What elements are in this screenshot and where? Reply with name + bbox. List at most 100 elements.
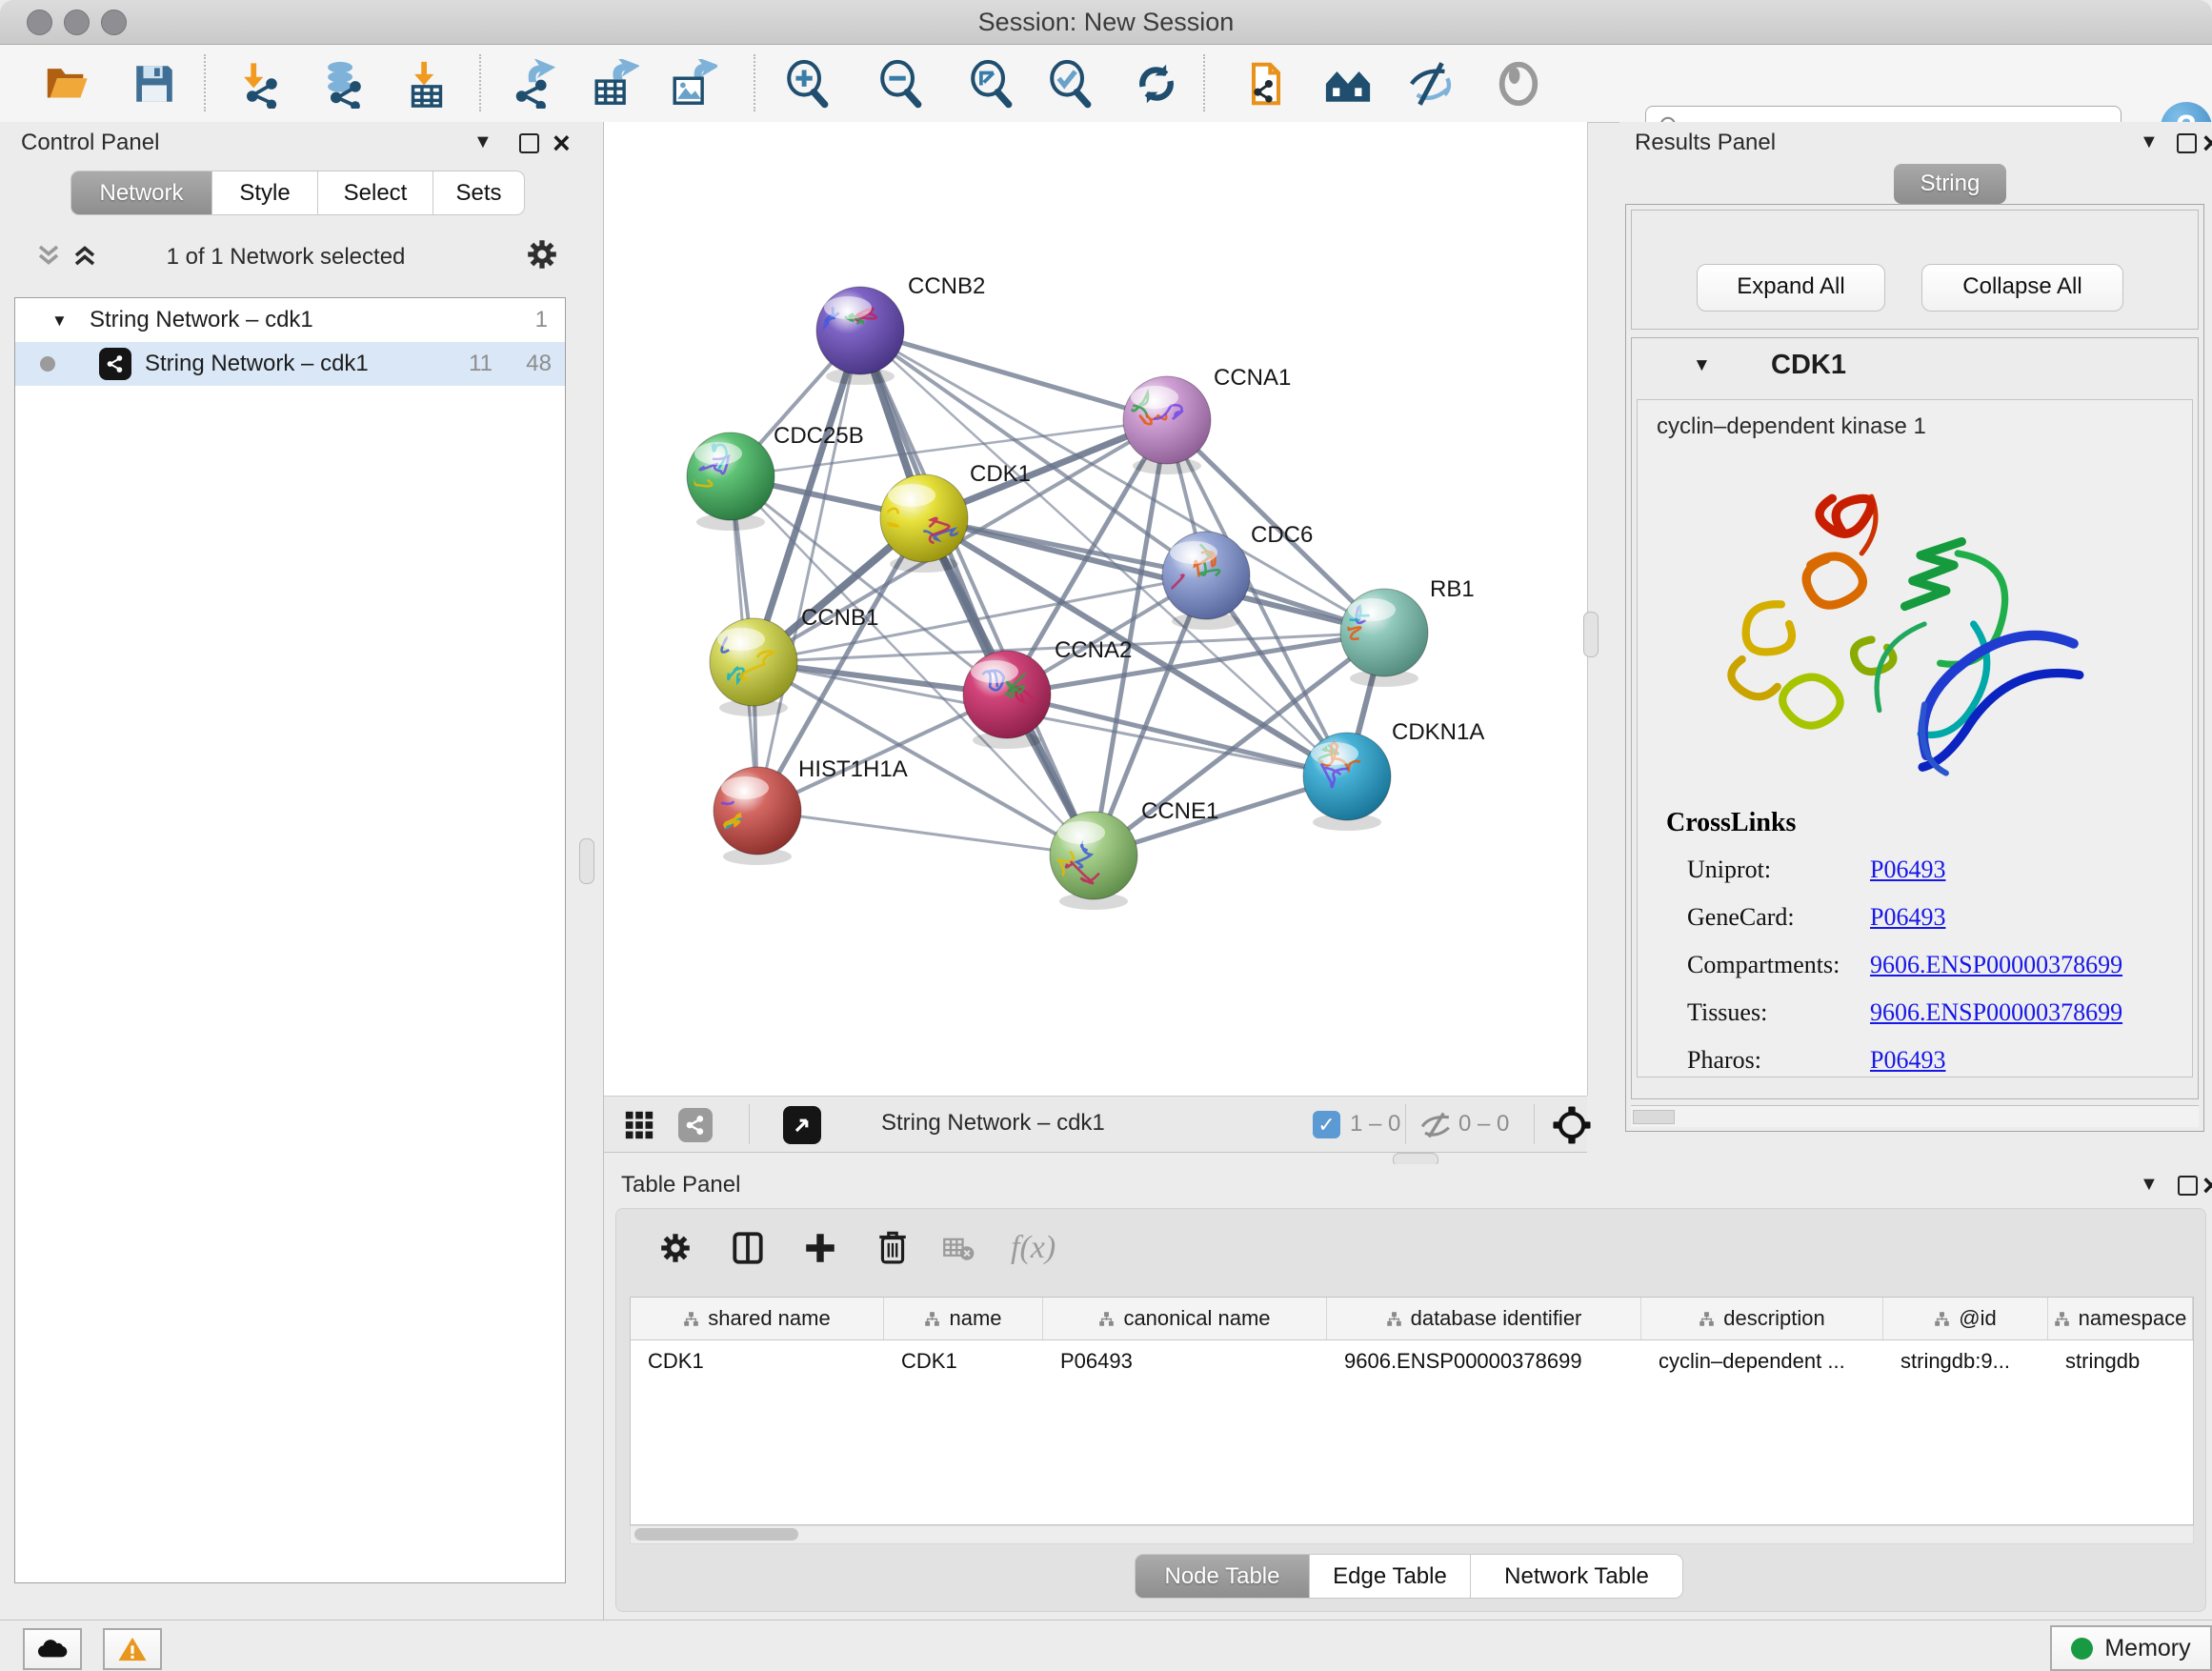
table-gear-icon[interactable] [657, 1230, 694, 1271]
zoom-out-icon[interactable] [874, 57, 927, 111]
collapse-all-networks-icon[interactable] [34, 242, 63, 273]
export-image-icon[interactable] [666, 57, 719, 111]
crosslink-link[interactable]: 9606.ENSP00000378699 [1870, 951, 2122, 979]
crosslink-link[interactable]: 9606.ENSP00000378699 [1870, 998, 2122, 1027]
column-header--id[interactable]: @id [1883, 1298, 2048, 1339]
column-type-icon [1098, 1311, 1115, 1327]
warning-status-button[interactable] [103, 1628, 162, 1670]
grid-view-icon[interactable] [623, 1109, 655, 1146]
zoom-selected-icon[interactable] [1043, 57, 1096, 111]
crosslink-link[interactable]: P06493 [1870, 903, 1945, 932]
tab-network[interactable]: Network [70, 171, 212, 215]
zoom-fit-icon[interactable] [964, 57, 1017, 111]
selected-count-checkbox-icon[interactable]: ✓ [1313, 1111, 1340, 1138]
close-panel-icon[interactable]: × [2202, 133, 2212, 152]
node-label-CCNE1: CCNE1 [1141, 798, 1218, 824]
tree-expand-icon[interactable]: ▼ [51, 312, 68, 331]
edge-CCNB2-HIST1H1A[interactable] [757, 331, 860, 811]
table-cell[interactable]: CDK1 [631, 1340, 884, 1382]
edge-HIST1H1A-CCNE1[interactable] [757, 811, 1094, 856]
maximize-panel-icon[interactable] [519, 133, 539, 153]
string-import-icon[interactable] [1239, 57, 1293, 111]
show-columns-icon[interactable] [730, 1230, 766, 1271]
tab-network-table[interactable]: Network Table [1471, 1554, 1683, 1599]
refresh-icon[interactable] [1130, 57, 1183, 111]
results-scrollbar[interactable] [1631, 1105, 2199, 1127]
column-header-description[interactable]: description [1641, 1298, 1883, 1339]
warning-icon [116, 1635, 149, 1663]
left-splitter-handle[interactable] [579, 838, 594, 884]
section-collapse-icon[interactable]: ▼ [1693, 355, 1711, 376]
float-panel-icon[interactable]: ▼ [2140, 1174, 2159, 1196]
table-cell[interactable]: CDK1 [884, 1340, 1043, 1382]
import-network-file-icon[interactable] [232, 57, 286, 111]
results-panel-title: Results Panel [1635, 130, 1776, 156]
node-CDKN1A[interactable]: CDKN1A [1303, 719, 1484, 831]
scrollbar-thumb[interactable] [634, 1528, 798, 1540]
memory-status-dot [2071, 1638, 2093, 1660]
table-cell[interactable]: 9606.ENSP00000378699 [1327, 1340, 1641, 1382]
column-header-database-identifier[interactable]: database identifier [1327, 1298, 1641, 1339]
column-header-shared-name[interactable]: shared name [631, 1298, 884, 1339]
table-cell[interactable]: stringdb:9... [1883, 1340, 2048, 1382]
import-table-file-icon[interactable] [400, 57, 453, 111]
tab-node-table[interactable]: Node Table [1135, 1554, 1310, 1599]
export-table-icon[interactable] [588, 57, 641, 111]
table-body: CDK1CDK1P064939606.ENSP00000378699cyclin… [631, 1340, 2193, 1382]
hidden-eye-icon [1418, 1109, 1453, 1146]
scrollbar-thumb[interactable] [1633, 1110, 1675, 1124]
crosslink-link[interactable]: P06493 [1870, 856, 1945, 884]
table-cell[interactable]: stringdb [2048, 1340, 2193, 1382]
edge-CCNB2-CCNA1[interactable] [860, 331, 1167, 420]
detach-view-icon[interactable] [783, 1106, 821, 1144]
show-all-icon[interactable] [1492, 57, 1545, 111]
open-session-icon[interactable] [40, 57, 93, 111]
memory-button[interactable]: Memory [2050, 1625, 2212, 1671]
node-RB1[interactable]: RB1 [1326, 576, 1475, 687]
maximize-panel-icon[interactable] [2178, 1176, 2198, 1196]
tab-select[interactable]: Select [318, 171, 433, 215]
add-column-icon[interactable] [802, 1230, 838, 1271]
network-canvas[interactable]: CCNB2CCNA1CDC25BCDK1CDC6RB1CCNB1CCNA2CDK… [604, 122, 1588, 1096]
tab-string[interactable]: String [1894, 164, 2006, 204]
node-CDC25B[interactable]: CDC25B [675, 423, 864, 531]
column-type-icon [1699, 1311, 1715, 1327]
tab-style[interactable]: Style [212, 171, 318, 215]
delete-column-trash-icon[interactable] [875, 1228, 911, 1269]
zoom-in-icon[interactable] [780, 57, 834, 111]
column-header-canonical-name[interactable]: canonical name [1043, 1298, 1327, 1339]
export-network-icon[interactable] [509, 57, 562, 111]
close-panel-icon[interactable]: × [553, 133, 571, 152]
network-options-gear-icon[interactable] [524, 236, 560, 277]
expand-all-button[interactable]: Expand All [1697, 264, 1885, 312]
tab-sets[interactable]: Sets [433, 171, 525, 215]
float-panel-icon[interactable]: ▼ [2140, 131, 2159, 153]
right-splitter-handle[interactable] [1583, 612, 1599, 657]
column-header-name[interactable]: name [884, 1298, 1043, 1339]
window-title: Session: New Session [0, 0, 2212, 44]
maximize-panel-icon[interactable] [2177, 133, 2197, 153]
table-hscrollbar[interactable] [630, 1525, 2194, 1544]
crosslink-row: Compartments:9606.ENSP00000378699 [1638, 943, 2194, 991]
tab-edge-table[interactable]: Edge Table [1310, 1554, 1471, 1599]
table-tabs: Node Table Edge Table Network Table [1135, 1554, 1683, 1599]
network-collection-row[interactable]: ▼ String Network – cdk1 1 [15, 298, 565, 342]
table-cell[interactable]: cyclin–dependent ... [1641, 1340, 1883, 1382]
close-panel-icon[interactable]: × [2202, 1176, 2212, 1195]
float-panel-icon[interactable]: ▼ [473, 131, 493, 153]
save-session-icon[interactable] [128, 57, 181, 111]
first-neighbors-icon[interactable] [1321, 57, 1375, 111]
birds-eye-view-icon[interactable] [1551, 1104, 1593, 1151]
crosslink-link[interactable]: P06493 [1870, 1046, 1945, 1075]
string-network-graph[interactable]: CCNB2CCNA1CDC25BCDK1CDC6RB1CCNB1CCNA2CDK… [604, 122, 1587, 1096]
collapse-all-button[interactable]: Collapse All [1921, 264, 2123, 312]
network-view-icon[interactable] [678, 1108, 713, 1142]
cloud-status-button[interactable] [23, 1628, 82, 1670]
import-network-database-icon[interactable] [316, 57, 370, 111]
hide-selected-icon[interactable] [1404, 57, 1458, 111]
column-header-namespace[interactable]: namespace [2048, 1298, 2193, 1339]
network-row-selected[interactable]: String Network – cdk1 11 48 [15, 342, 565, 386]
node-HIST1H1A[interactable]: HIST1H1A [674, 756, 907, 865]
table-cell[interactable]: P06493 [1043, 1340, 1327, 1382]
table-row[interactable]: CDK1CDK1P064939606.ENSP00000378699cyclin… [631, 1340, 2193, 1382]
